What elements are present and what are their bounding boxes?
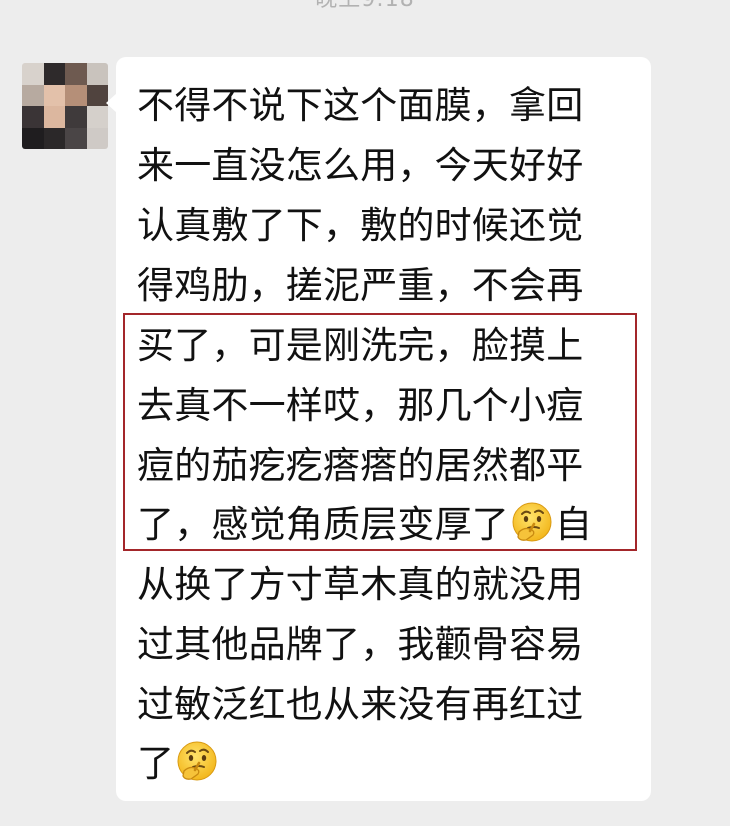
message-line: 买了，可是刚洗完，脸摸上 <box>137 324 584 367</box>
message-line: 过其他品牌了，我颧骨容易 <box>137 623 584 666</box>
thinking-face-emoji-icon <box>177 741 217 781</box>
message-timestamp: 晚上9:18 <box>0 0 730 14</box>
message-text: 了，感觉角质层变厚了 <box>137 503 509 546</box>
message-line: 不得不说下这个面膜，拿回 <box>137 84 584 127</box>
message-line: 过敏泛红也从来没有再红过 <box>137 683 584 726</box>
avatar[interactable] <box>22 63 108 149</box>
chat-screen: 晚上9:18 不得不说下这个面膜，拿回 来一直没怎么用，今天好好 认真敷了下，敷… <box>0 0 730 826</box>
message-line: 认真敷了下，敷的时候还觉 <box>137 204 584 247</box>
message-text: 了 <box>137 742 175 785</box>
message-line: 痘的茄疙疙瘩瘩的居然都平 <box>137 444 584 487</box>
message-line: 了，感觉角质层变厚了 自 <box>137 495 592 555</box>
message-text: 自 <box>555 503 593 546</box>
message-line: 从换了方寸草木真的就没用 <box>137 563 584 606</box>
thinking-face-emoji-icon <box>512 502 552 542</box>
message-line: 了 <box>137 734 220 794</box>
message-line: 得鸡肋，搓泥严重，不会再 <box>137 264 584 307</box>
message-line: 去真不一样哎，那几个小痘 <box>137 384 584 427</box>
message-line: 来一直没怎么用，今天好好 <box>137 144 584 187</box>
